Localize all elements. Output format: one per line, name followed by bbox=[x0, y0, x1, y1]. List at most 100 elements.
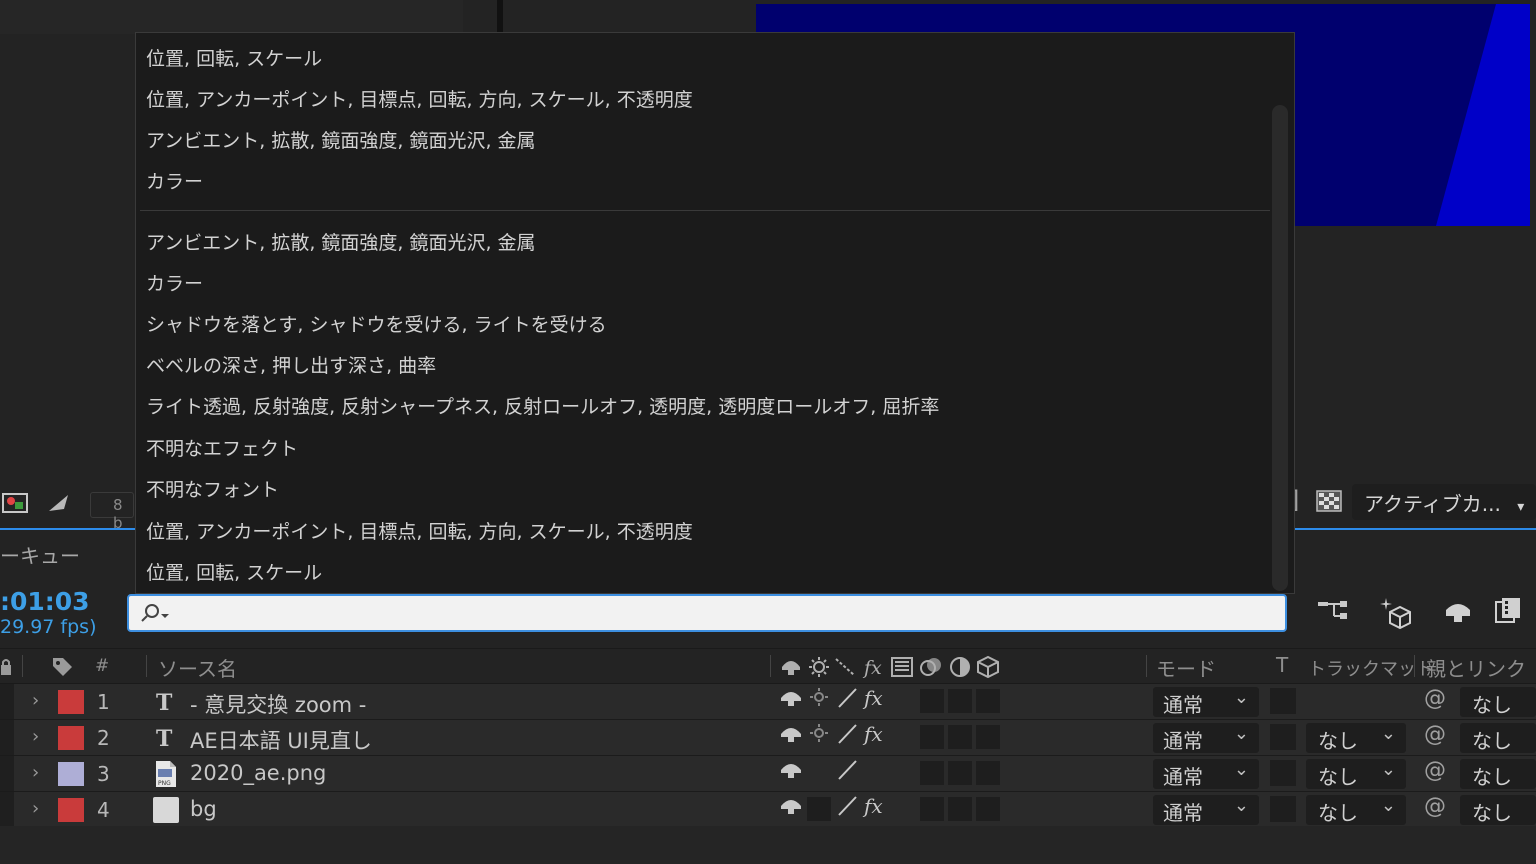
fx-switch-icon[interactable]: fx bbox=[864, 686, 883, 710]
shy-switch-icon[interactable] bbox=[779, 794, 803, 821]
search-input[interactable] bbox=[173, 600, 1273, 626]
pick-whip-icon[interactable]: @ bbox=[1424, 722, 1446, 747]
timeline-empty-area[interactable] bbox=[0, 826, 1536, 864]
timeline-search[interactable] bbox=[127, 594, 1287, 632]
layer-label-color[interactable] bbox=[58, 798, 84, 822]
preserve-transparency-toggle[interactable] bbox=[1270, 688, 1296, 714]
expand-chevron-icon[interactable]: › bbox=[32, 762, 39, 783]
blend-mode-select[interactable]: 通常 ⌄ bbox=[1153, 795, 1259, 825]
preserve-transparency-toggle[interactable] bbox=[1270, 724, 1296, 750]
track-matte-select[interactable]: なし ⌄ bbox=[1306, 759, 1406, 789]
layer-label-color[interactable] bbox=[58, 726, 84, 750]
pick-whip-icon[interactable]: @ bbox=[1424, 686, 1446, 711]
chevron-down-icon: ⌄ bbox=[1233, 759, 1249, 780]
panel-divider[interactable] bbox=[497, 0, 503, 34]
quality-switch-icon[interactable] bbox=[836, 686, 858, 715]
menu-item[interactable]: アンビエント, 拡散, 鏡面強度, 鏡面光沢, 金属 bbox=[146, 126, 536, 154]
3d-layer-switch[interactable] bbox=[976, 689, 1000, 713]
parent-select[interactable]: なし bbox=[1460, 759, 1536, 789]
motion-blur-switch[interactable] bbox=[948, 797, 972, 821]
quality-switch-icon[interactable] bbox=[836, 758, 858, 787]
bit-depth-button[interactable]: 8 b bbox=[90, 492, 134, 532]
pick-whip-icon[interactable]: @ bbox=[1424, 794, 1446, 819]
track-matte-select[interactable]: なし ⌄ bbox=[1306, 795, 1406, 825]
layer-name[interactable]: bg bbox=[190, 797, 217, 821]
lock-icon[interactable] bbox=[0, 657, 12, 677]
fx-switch-icon[interactable]: fx bbox=[864, 794, 883, 818]
layer-switch-strip[interactable] bbox=[0, 684, 14, 719]
header-source-name[interactable]: ソース名 bbox=[158, 653, 237, 682]
layer-switch-strip[interactable] bbox=[0, 792, 14, 827]
menu-item[interactable]: 位置, 回転, スケール bbox=[146, 44, 322, 72]
menu-item[interactable]: 不明なエフェクト bbox=[146, 434, 298, 462]
blend-mode-select[interactable]: 通常 ⌄ bbox=[1153, 759, 1259, 789]
preserve-transparency-toggle[interactable] bbox=[1270, 796, 1296, 822]
menu-item[interactable]: 位置, 回転, スケール bbox=[146, 558, 322, 586]
dropdown-scrollbar[interactable] bbox=[1272, 105, 1288, 591]
menu-separator bbox=[140, 210, 1270, 211]
expand-chevron-icon[interactable]: › bbox=[32, 726, 39, 747]
shy-switch-icon[interactable] bbox=[779, 758, 803, 785]
active-camera-select[interactable]: アクティブカ... ▾ bbox=[1352, 484, 1536, 520]
motion-blur-switch[interactable] bbox=[948, 689, 972, 713]
layer-name[interactable]: AE日本語 UI見直し bbox=[190, 725, 372, 755]
collapse-switch[interactable] bbox=[807, 797, 831, 821]
draft-3d-icon[interactable] bbox=[1378, 596, 1412, 630]
transparency-grid-icon[interactable] bbox=[1316, 490, 1342, 512]
track-matte-select[interactable]: なし ⌄ bbox=[1306, 723, 1406, 753]
layer-row[interactable]: › 4 bg fx 通常 ⌄ なし ⌄ @ なし bbox=[0, 792, 1536, 828]
layer-label-color[interactable] bbox=[58, 690, 84, 714]
3d-layer-switch[interactable] bbox=[976, 797, 1000, 821]
layer-row[interactable]: › 3 PNG 2020_ae.png 通常 ⌄ なし ⌄ @ なし bbox=[0, 756, 1536, 792]
menu-item[interactable]: ベベルの深さ, 押し出す深さ, 曲率 bbox=[146, 351, 436, 379]
menu-item[interactable]: 位置, アンカーポイント, 目標点, 回転, 方向, スケール, 不透明度 bbox=[146, 85, 693, 113]
search-icon[interactable] bbox=[139, 602, 171, 624]
blend-mode-select[interactable]: 通常 ⌄ bbox=[1153, 687, 1259, 717]
3d-layer-switch[interactable] bbox=[976, 725, 1000, 749]
quality-switch-icon[interactable] bbox=[836, 794, 858, 823]
menu-item[interactable]: ライト透過, 反射強度, 反射シャープネス, 反射ロールオフ, 透明度, 透明度… bbox=[146, 392, 939, 420]
parent-select[interactable]: なし bbox=[1460, 687, 1536, 717]
current-time-display[interactable]: :01:03 bbox=[0, 587, 90, 616]
layer-name[interactable]: 2020_ae.png bbox=[190, 761, 326, 785]
expand-chevron-icon[interactable]: › bbox=[32, 690, 39, 711]
frame-blend-switch[interactable] bbox=[920, 689, 944, 713]
menu-item[interactable]: 位置, アンカーポイント, 目標点, 回転, 方向, スケール, 不透明度 bbox=[146, 517, 693, 545]
blend-mode-select[interactable]: 通常 ⌄ bbox=[1153, 723, 1259, 753]
fast-preview-icon[interactable] bbox=[46, 492, 72, 514]
label-tag-icon[interactable] bbox=[50, 655, 74, 679]
fx-switch-icon[interactable]: fx bbox=[864, 722, 883, 746]
composition-flowchart-icon[interactable] bbox=[1316, 596, 1350, 626]
menu-item[interactable]: シャドウを落とす, シャドウを受ける, ライトを受ける bbox=[146, 310, 607, 338]
menu-item[interactable]: カラー bbox=[146, 269, 203, 297]
layer-row[interactable]: › 2 T AE日本語 UI見直し fx 通常 ⌄ なし ⌄ @ なし bbox=[0, 720, 1536, 756]
hide-shy-layers-icon[interactable] bbox=[1442, 596, 1476, 626]
frame-blend-switch[interactable] bbox=[920, 797, 944, 821]
render-queue-tab[interactable]: ーキュー bbox=[0, 540, 80, 569]
parent-select[interactable]: なし bbox=[1460, 723, 1536, 753]
shy-switch-icon[interactable] bbox=[779, 722, 803, 749]
collapse-switch-icon[interactable] bbox=[808, 686, 830, 713]
menu-item[interactable]: 不明なフォント bbox=[146, 475, 279, 503]
quality-switch-icon[interactable] bbox=[836, 722, 858, 751]
parent-select[interactable]: なし bbox=[1460, 795, 1536, 825]
layer-switch-strip[interactable] bbox=[0, 756, 14, 791]
pick-whip-icon[interactable]: @ bbox=[1424, 758, 1446, 783]
preserve-transparency-toggle[interactable] bbox=[1270, 760, 1296, 786]
expand-chevron-icon[interactable]: › bbox=[32, 798, 39, 819]
frame-blend-switch[interactable] bbox=[920, 725, 944, 749]
snapshot-icon[interactable] bbox=[2, 492, 30, 514]
frame-blend-switch[interactable] bbox=[920, 761, 944, 785]
layer-switch-strip[interactable] bbox=[0, 720, 14, 755]
layer-label-color[interactable] bbox=[58, 762, 84, 786]
layer-row[interactable]: › 1 T - 意見交換 zoom - fx 通常 ⌄ @ なし bbox=[0, 684, 1536, 720]
collapse-switch-icon[interactable] bbox=[808, 722, 830, 749]
shy-switch-icon[interactable] bbox=[779, 686, 803, 713]
menu-item[interactable]: カラー bbox=[146, 167, 203, 195]
menu-item[interactable]: アンビエント, 拡散, 鏡面強度, 鏡面光沢, 金属 bbox=[146, 228, 536, 256]
frame-blending-icon[interactable] bbox=[1494, 596, 1524, 626]
motion-blur-switch[interactable] bbox=[948, 761, 972, 785]
motion-blur-switch[interactable] bbox=[948, 725, 972, 749]
layer-name[interactable]: - 意見交換 zoom - bbox=[190, 689, 366, 719]
3d-layer-switch[interactable] bbox=[976, 761, 1000, 785]
